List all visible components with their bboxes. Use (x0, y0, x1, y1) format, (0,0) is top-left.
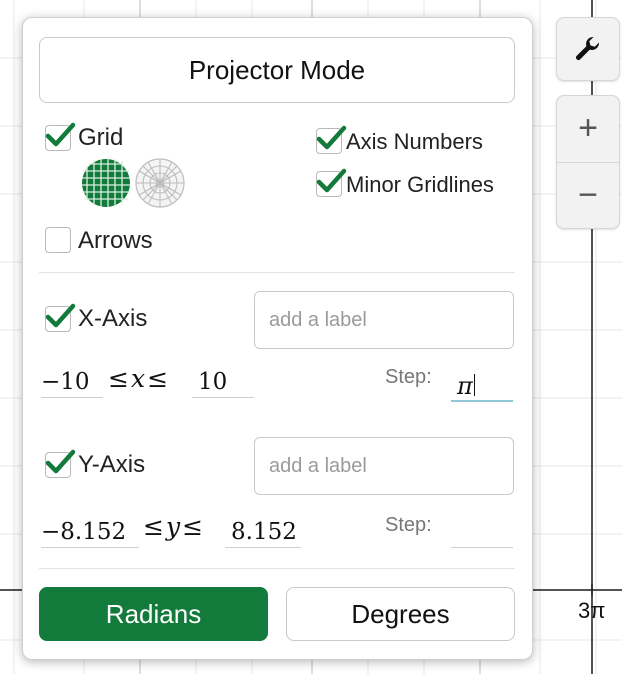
y-axis-label-input[interactable]: add a label (254, 437, 514, 495)
minus-icon: − (578, 175, 598, 214)
x-variable: x (130, 364, 146, 393)
grid-checkbox[interactable] (45, 122, 76, 151)
arrows-checkbox[interactable] (45, 227, 71, 253)
checkmark-icon (316, 125, 347, 150)
y-step-label: Step: (385, 514, 432, 536)
minor-gridlines-checkbox[interactable] (316, 168, 347, 197)
x-step-value: π (457, 372, 473, 400)
x-axis-label-input[interactable]: add a label (254, 291, 514, 349)
graph-settings-panel: Projector Mode Grid Axis Numbers Minor G… (22, 17, 533, 660)
section-divider (39, 272, 515, 273)
radians-button[interactable]: Radians (39, 587, 268, 641)
y-max-input[interactable]: 8.152 (225, 514, 301, 548)
y-axis-label: Y-Axis (78, 451, 146, 478)
x-tick-label-3pi: 3π (578, 598, 606, 623)
checkmark-icon (316, 168, 347, 193)
polar-grid-icon[interactable] (135, 158, 185, 208)
graph-settings-button[interactable] (556, 17, 620, 81)
arrows-label: Arrows (78, 227, 153, 254)
axis-numbers-label: Axis Numbers (346, 129, 483, 154)
checkmark-icon (45, 122, 76, 147)
x-axis-checkbox[interactable] (45, 303, 76, 332)
x-inequality: ≤x≤ (108, 364, 168, 393)
leq-symbol: ≤ (143, 512, 164, 541)
section-divider (39, 568, 515, 569)
zoom-controls: + − (556, 95, 620, 229)
y-inequality: ≤y≤ (143, 512, 203, 541)
x-step-label: Step: (385, 366, 432, 388)
x-axis-label: X-Axis (78, 305, 148, 332)
x-min-input[interactable]: −10 (41, 364, 103, 398)
plus-icon: + (578, 109, 598, 148)
text-caret (473, 374, 475, 396)
projector-mode-button[interactable]: Projector Mode (39, 37, 515, 103)
leq-symbol: ≤ (108, 364, 129, 393)
y-step-input[interactable] (451, 514, 513, 548)
leq-symbol: ≤ (182, 512, 204, 541)
axis-numbers-checkbox[interactable] (316, 125, 347, 154)
y-min-input[interactable]: −8.152 (41, 514, 139, 548)
x-max-input[interactable]: 10 (192, 364, 254, 398)
y-variable: y (165, 512, 181, 541)
cartesian-grid-icon[interactable] (81, 158, 131, 208)
degrees-button[interactable]: Degrees (286, 587, 515, 641)
y-axis-checkbox[interactable] (45, 449, 76, 478)
zoom-out-button[interactable]: − (557, 163, 619, 229)
minor-gridlines-label: Minor Gridlines (346, 172, 494, 197)
checkmark-icon (45, 303, 76, 328)
zoom-in-button[interactable]: + (557, 96, 619, 162)
grid-label: Grid (78, 124, 124, 151)
leq-symbol: ≤ (147, 364, 169, 393)
wrench-icon (576, 37, 600, 60)
x-step-input[interactable]: π (451, 368, 513, 402)
checkmark-icon (45, 449, 76, 474)
